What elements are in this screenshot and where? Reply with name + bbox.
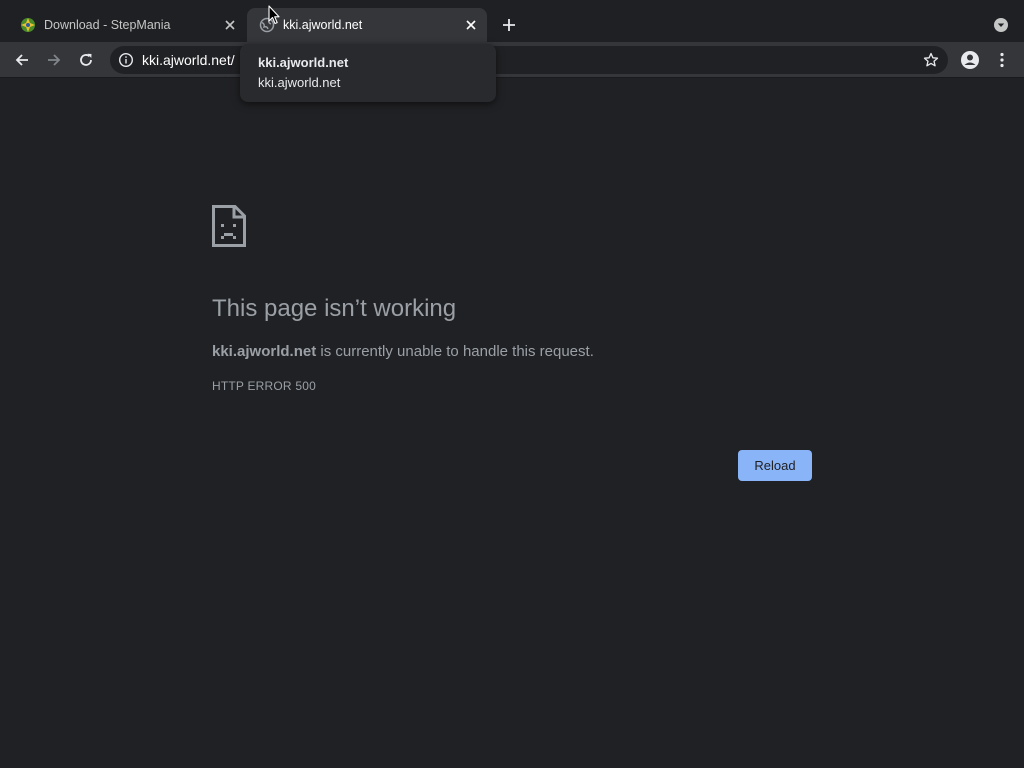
tab-search-icon[interactable] bbox=[993, 17, 1009, 33]
error-page: This page isn’t working kki.ajworld.net … bbox=[0, 79, 1024, 768]
sad-page-icon bbox=[212, 205, 246, 247]
refresh-icon bbox=[80, 53, 92, 66]
arrow-right-icon bbox=[48, 54, 61, 66]
profile-button[interactable] bbox=[958, 48, 982, 72]
stepmania-icon bbox=[21, 18, 35, 32]
more-vertical-icon bbox=[1000, 52, 1004, 68]
mouse-pointer-icon bbox=[268, 5, 280, 25]
error-heading: This page isn’t working bbox=[212, 295, 457, 322]
tab-strip: Download - StepMania kki.ajworld.net bbox=[0, 0, 1024, 42]
info-icon[interactable] bbox=[118, 52, 134, 68]
error-code: HTTP ERROR 500 bbox=[212, 379, 316, 393]
profile-avatar-icon bbox=[961, 51, 979, 69]
new-tab-button[interactable] bbox=[498, 14, 520, 36]
toolbar: kki.ajworld.net/ bbox=[0, 42, 1024, 78]
error-message: kki.ajworld.net is currently unable to h… bbox=[212, 343, 594, 360]
plus-icon bbox=[503, 19, 515, 31]
close-tab-icon[interactable] bbox=[221, 16, 239, 34]
reload-toolbar-button[interactable] bbox=[74, 48, 98, 72]
tab-kki-ajworld[interactable]: kki.ajworld.net bbox=[247, 8, 487, 42]
error-message-text: is currently unable to handle this reque… bbox=[316, 343, 594, 360]
address-bar[interactable]: kki.ajworld.net/ bbox=[110, 46, 948, 74]
reload-button[interactable]: Reload bbox=[738, 450, 812, 481]
tab-title: Download - StepMania bbox=[44, 18, 171, 32]
tab-download-stepmania[interactable]: Download - StepMania bbox=[8, 8, 246, 42]
tab-title: kki.ajworld.net bbox=[283, 18, 363, 32]
forward-button[interactable] bbox=[42, 48, 66, 72]
bookmark-star-icon[interactable] bbox=[923, 52, 939, 68]
arrow-left-icon bbox=[15, 54, 28, 66]
hover-card-title: kki.ajworld.net bbox=[258, 55, 349, 70]
close-tab-icon[interactable] bbox=[462, 16, 480, 34]
url-text[interactable]: kki.ajworld.net/ bbox=[142, 52, 235, 68]
menu-button[interactable] bbox=[990, 48, 1014, 72]
back-button[interactable] bbox=[10, 48, 34, 72]
error-domain: kki.ajworld.net bbox=[212, 343, 317, 360]
